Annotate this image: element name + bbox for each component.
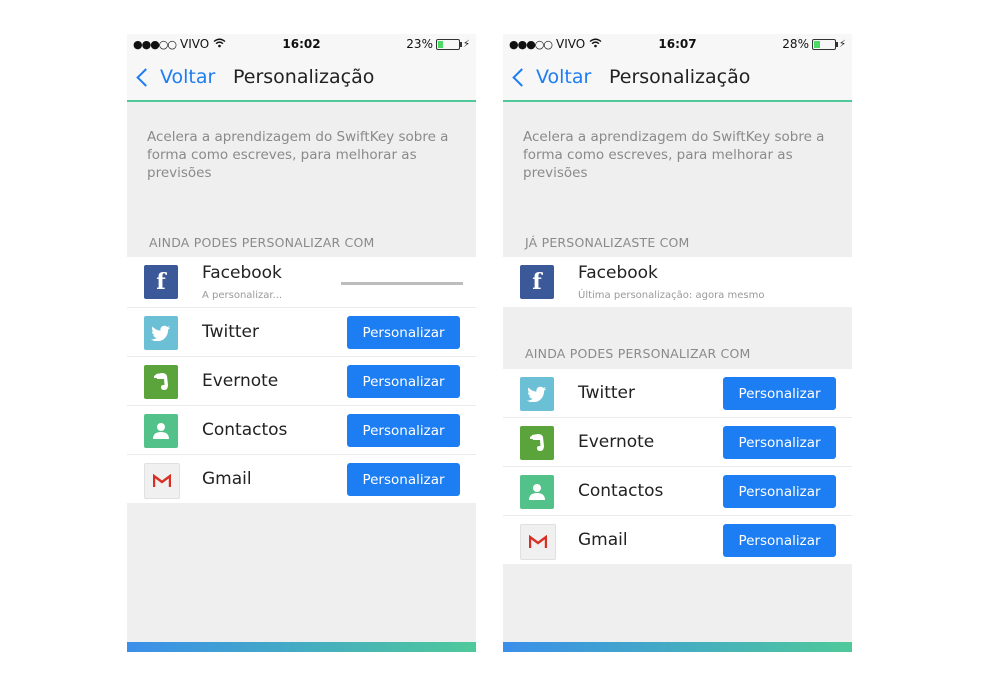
battery-icon	[435, 38, 462, 50]
personalize-contacts-button[interactable]: Personalizar	[723, 475, 836, 508]
back-button[interactable]: Voltar	[511, 66, 591, 88]
list-item-evernote: Evernote Personalizar	[127, 357, 476, 406]
list-item-contacts: Contactos Personalizar	[503, 467, 852, 516]
description-text: Acelera a aprendizagem do SwiftKey sobre…	[147, 129, 449, 181]
list-item-gmail: Gmail Personalizar	[503, 516, 852, 564]
facebook-icon: f	[520, 265, 554, 299]
chevron-left-icon	[512, 67, 531, 87]
navigation-bar: Voltar Personalização	[503, 54, 852, 102]
list-item-twitter: Twitter Personalizar	[503, 369, 852, 418]
back-button[interactable]: Voltar	[135, 66, 215, 88]
back-label: Voltar	[160, 66, 216, 88]
service-name: Twitter	[578, 383, 635, 403]
service-list: Twitter Personalizar Evernote Personaliz…	[503, 369, 852, 564]
list-item-contacts: Contactos Personalizar	[127, 406, 476, 455]
personalize-evernote-button[interactable]: Personalizar	[723, 426, 836, 459]
service-name: Gmail	[202, 469, 252, 489]
chevron-left-icon	[136, 67, 155, 87]
bolt-icon: ⚡	[462, 38, 470, 50]
list-item-evernote: Evernote Personalizar	[503, 418, 852, 467]
section-header-pending: AINDA PODES PERSONALIZAR COM	[149, 235, 375, 250]
contacts-icon	[520, 475, 554, 509]
service-name: Facebook	[202, 263, 282, 283]
screen-left: ●●●○○ VIVO 16:02 23% ⚡ Voltar Personaliz…	[127, 34, 476, 652]
evernote-icon	[144, 365, 178, 399]
service-name: Evernote	[578, 432, 655, 452]
gmail-icon	[144, 463, 180, 499]
personalize-gmail-button[interactable]: Personalizar	[723, 524, 836, 557]
list-item-twitter: Twitter Personalizar	[127, 308, 476, 357]
service-name: Evernote	[202, 371, 279, 391]
navigation-bar: Voltar Personalização	[127, 54, 476, 102]
contacts-icon	[144, 414, 178, 448]
twitter-icon	[144, 316, 178, 350]
personalize-twitter-button[interactable]: Personalizar	[347, 316, 460, 349]
personalize-contacts-button[interactable]: Personalizar	[347, 414, 460, 447]
personalized-list: f Facebook Última personalização: agora …	[503, 257, 852, 307]
battery-percent: 28%	[782, 37, 809, 51]
list-item-facebook: f Facebook A personalizar...	[127, 257, 476, 308]
status-bar: ●●●○○ VIVO 16:02 23% ⚡	[127, 34, 476, 54]
progress-bar	[341, 282, 463, 285]
evernote-icon	[520, 426, 554, 460]
list-item-facebook: f Facebook Última personalização: agora …	[503, 257, 852, 307]
service-name: Contactos	[578, 481, 664, 501]
twitter-icon	[520, 377, 554, 411]
battery-icon	[811, 38, 838, 50]
personalize-gmail-button[interactable]: Personalizar	[347, 463, 460, 496]
battery-percent: 23%	[406, 37, 433, 51]
screen-right: ●●●○○ VIVO 16:07 28% ⚡ Voltar Personaliz…	[503, 34, 852, 652]
service-status: A personalizar...	[202, 290, 283, 301]
service-name: Gmail	[578, 530, 628, 550]
page-title: Personalização	[233, 66, 375, 88]
service-status: Última personalização: agora mesmo	[578, 290, 765, 301]
bolt-icon: ⚡	[838, 38, 846, 50]
service-name: Twitter	[202, 322, 259, 342]
list-item-gmail: Gmail Personalizar	[127, 455, 476, 503]
personalize-twitter-button[interactable]: Personalizar	[723, 377, 836, 410]
description-text: Acelera a aprendizagem do SwiftKey sobre…	[523, 129, 825, 181]
page-title: Personalização	[609, 66, 751, 88]
section-header-pending: AINDA PODES PERSONALIZAR COM	[525, 346, 751, 361]
status-bar: ●●●○○ VIVO 16:07 28% ⚡	[503, 34, 852, 54]
service-list: f Facebook A personalizar... Twitter Per…	[127, 257, 476, 503]
facebook-icon: f	[144, 265, 178, 299]
service-name: Contactos	[202, 420, 288, 440]
section-header-done: JÁ PERSONALIZASTE COM	[525, 235, 690, 250]
back-label: Voltar	[536, 66, 592, 88]
bottom-gradient-bar	[503, 642, 852, 652]
personalize-evernote-button[interactable]: Personalizar	[347, 365, 460, 398]
service-name: Facebook	[578, 263, 658, 283]
gmail-icon	[520, 524, 556, 560]
bottom-gradient-bar	[127, 642, 476, 652]
